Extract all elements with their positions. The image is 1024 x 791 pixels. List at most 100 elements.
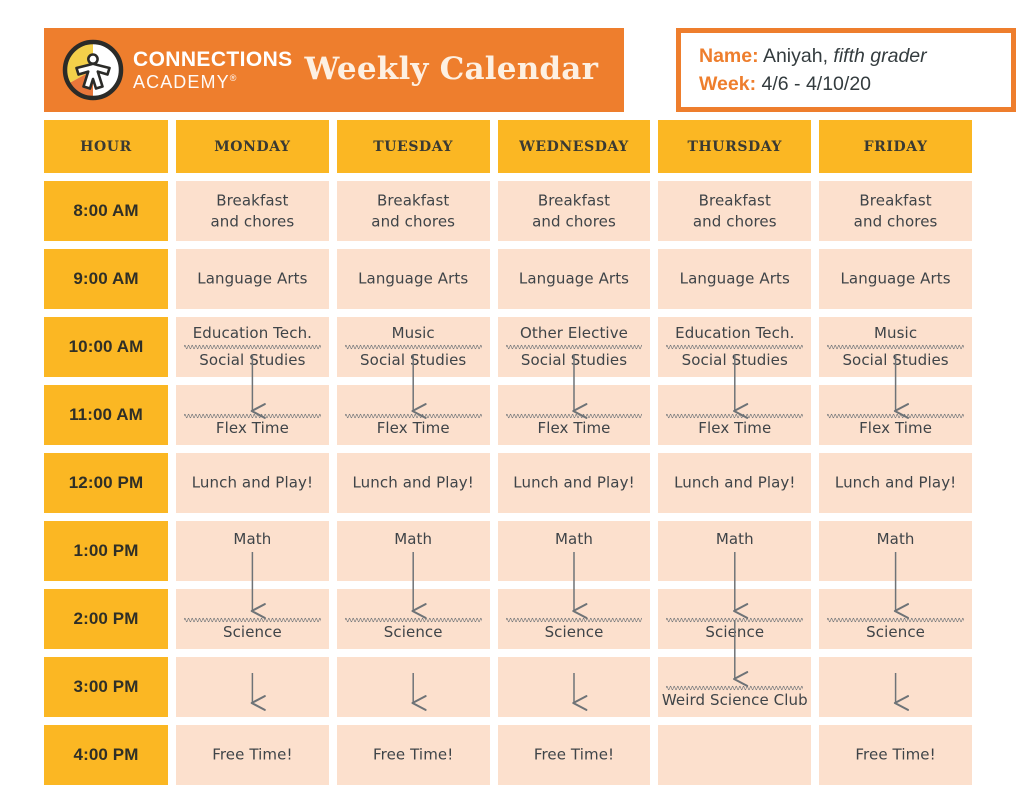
wavy-divider-icon: [505, 343, 643, 351]
schedule-cell-wrap: [497, 657, 651, 717]
cell-text-secondary: Social Studies: [199, 350, 306, 369]
schedule-cell[interactable]: [336, 657, 490, 717]
schedule-cell[interactable]: Math: [176, 521, 329, 581]
name-line: Name: Aniyah, fifth grader: [699, 42, 1011, 70]
schedule-cell[interactable]: Science: [336, 589, 490, 649]
cell-text-secondary: Science: [866, 622, 926, 641]
schedule-cell[interactable]: [176, 657, 329, 717]
hour-cell-wrap: 4:00 PM: [44, 725, 168, 785]
schedule-cell[interactable]: Language Arts: [819, 249, 972, 309]
cell-text: Lunch and Play!: [352, 473, 474, 492]
schedule-cell-wrap: Lunch and Play!: [497, 453, 651, 513]
column-header-cell: THURSDAY: [658, 120, 812, 173]
schedule-cell[interactable]: Flex Time: [176, 385, 329, 445]
cell-text: Free Time!: [533, 745, 615, 764]
schedule-cell-wrap: Flex Time: [658, 385, 812, 445]
schedule-cell-wrap: Language Arts: [497, 249, 651, 309]
schedule-cell[interactable]: Other Elective Social Studies: [497, 317, 651, 377]
schedule-cell[interactable]: Music Social Studies: [819, 317, 972, 377]
schedule-cell[interactable]: Lunch and Play!: [497, 453, 651, 513]
schedule-cell[interactable]: Education Tech. Social Studies: [658, 317, 812, 377]
cell-text: Free Time!: [212, 745, 293, 764]
schedule-cell[interactable]: Science: [658, 589, 812, 649]
name-value: Aniyah,: [762, 44, 828, 67]
schedule-cell-wrap: Lunch and Play!: [658, 453, 812, 513]
schedule-cell-wrap: [658, 725, 812, 785]
schedule-cell[interactable]: Music Social Studies: [336, 317, 490, 377]
table-row: 1:00 PM Math Math Math Math Math: [44, 521, 972, 581]
schedule-cell[interactable]: Lunch and Play!: [658, 453, 812, 513]
schedule-cell-wrap: Education Tech. Social Studies: [176, 317, 329, 377]
schedule-cell[interactable]: Language Arts: [176, 249, 329, 309]
schedule-cell[interactable]: Lunch and Play!: [176, 453, 329, 513]
schedule-cell[interactable]: Language Arts: [658, 249, 812, 309]
schedule-cell[interactable]: Breakfast and chores: [819, 181, 972, 241]
schedule-cell[interactable]: Breakfast and chores: [658, 181, 812, 241]
table-row: 11:00 AM Flex Time Flex Time Flex Time Flex …: [44, 385, 972, 445]
hour-cell-wrap: 12:00 PM: [44, 453, 168, 513]
schedule-cell[interactable]: Science: [497, 589, 651, 649]
table-row: 8:00 AM Breakfast and chores Breakfast and c…: [44, 181, 972, 241]
schedule-cell[interactable]: Math: [658, 521, 812, 581]
cell-text: Breakfast and chores: [853, 191, 938, 230]
schedule-cell[interactable]: Free Time!: [176, 725, 329, 785]
schedule-cell[interactable]: Math: [336, 521, 490, 581]
schedule-cell[interactable]: Science: [176, 589, 329, 649]
cell-text-secondary: Social Studies: [842, 350, 949, 369]
schedule-cell-wrap: Lunch and Play!: [819, 453, 972, 513]
schedule-cell[interactable]: Free Time!: [336, 725, 490, 785]
brand-banner: CONNECTIONS ACADEMY® Weekly Calendar: [44, 28, 624, 112]
schedule-cell[interactable]: Language Arts: [336, 249, 490, 309]
schedule-cell[interactable]: Lunch and Play!: [336, 453, 490, 513]
brand-wordmark: CONNECTIONS ACADEMY®: [133, 49, 293, 91]
schedule-cell[interactable]: [497, 657, 651, 717]
cell-text: Lunch and Play!: [834, 473, 957, 492]
schedule-cell[interactable]: Math: [819, 521, 972, 581]
connections-academy-logo-icon: [62, 39, 124, 101]
schedule-cell[interactable]: Flex Time: [336, 385, 490, 445]
column-header-cell: HOUR: [44, 120, 168, 173]
cell-text: Language Arts: [518, 269, 630, 288]
hour-label-1200pm: 12:00 PM: [44, 453, 168, 513]
schedule-cell[interactable]: Breakfast and chores: [176, 181, 329, 241]
schedule-cell-wrap: Lunch and Play!: [336, 453, 490, 513]
schedule-cell[interactable]: Weird Science Club: [658, 657, 812, 717]
hour-label-300pm: 3:00 PM: [44, 657, 168, 717]
table-row: 9:00 AM Language Arts Language Arts Languag…: [44, 249, 972, 309]
wavy-divider-icon: [184, 343, 321, 351]
schedule-cell[interactable]: Language Arts: [497, 249, 651, 309]
schedule-cell[interactable]: Breakfast and chores: [497, 181, 651, 241]
schedule-cell-wrap: Music Social Studies: [336, 317, 490, 377]
cell-text-secondary: Flex Time: [698, 418, 772, 437]
schedule-cell-wrap: Other Elective Social Studies: [497, 317, 651, 377]
schedule-cell[interactable]: Flex Time: [658, 385, 812, 445]
schedule-cell[interactable]: Education Tech. Social Studies: [176, 317, 329, 377]
hour-label-800am: 8:00 AM: [44, 181, 168, 241]
cell-text-primary: Math: [876, 530, 915, 548]
schedule-cell-wrap: Math: [176, 521, 329, 581]
schedule-cell[interactable]: Free Time!: [497, 725, 651, 785]
schedule-cell-wrap: Science: [658, 589, 812, 649]
schedule-cell[interactable]: [658, 725, 812, 785]
table-row: 3:00 PM Weird Science Club: [44, 657, 972, 717]
schedule-cell-wrap: Breakfast and chores: [336, 181, 490, 241]
schedule-cell[interactable]: [819, 657, 972, 717]
table-row: 12:00 PM Lunch and Play! Lunch and Play! Lu…: [44, 453, 972, 513]
cell-text: Lunch and Play!: [513, 473, 635, 492]
schedule-cell[interactable]: Breakfast and chores: [336, 181, 490, 241]
hour-cell-wrap: 10:00 AM: [44, 317, 168, 377]
schedule-cell[interactable]: Free Time!: [819, 725, 972, 785]
name-label: Name:: [699, 44, 759, 67]
column-header-cell: MONDAY: [176, 120, 329, 173]
schedule-cell[interactable]: Math: [497, 521, 651, 581]
cell-text-primary: Math: [233, 530, 272, 548]
schedule-cell[interactable]: Flex Time: [819, 385, 972, 445]
schedule-cell[interactable]: Flex Time: [497, 385, 651, 445]
schedule-cell[interactable]: Lunch and Play!: [819, 453, 972, 513]
cell-text: Breakfast and chores: [532, 191, 616, 230]
cell-text-primary: Education Tech.: [675, 324, 795, 342]
column-header-friday: FRIDAY: [819, 120, 972, 173]
schedule-cell[interactable]: Science: [819, 589, 972, 649]
cell-text-primary: Math: [715, 530, 754, 548]
cell-text-secondary: Social Studies: [520, 350, 628, 369]
